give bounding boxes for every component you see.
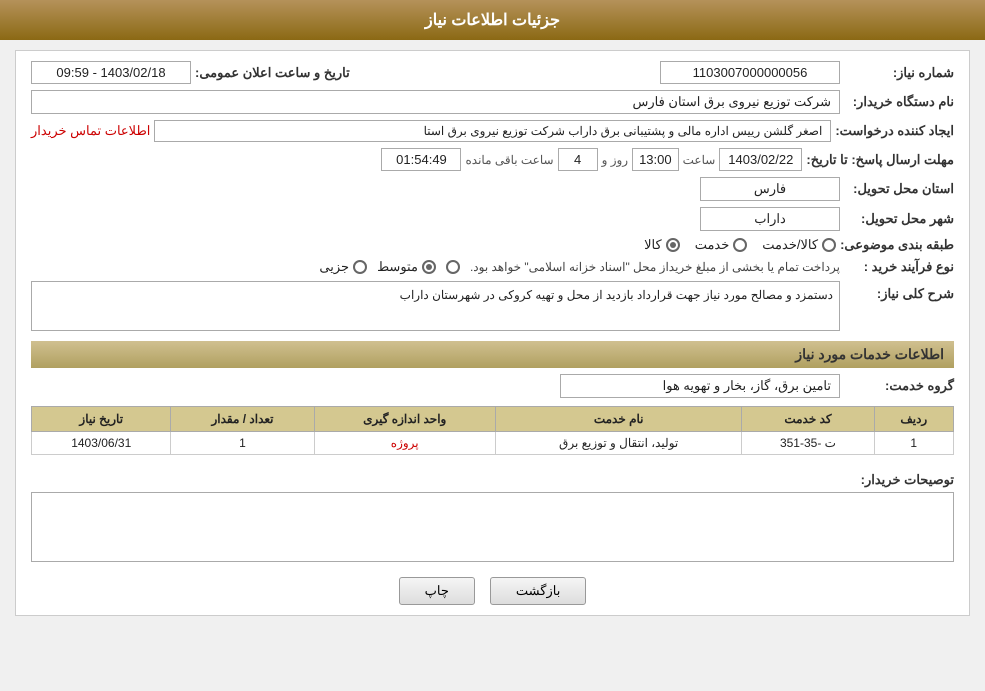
table-row: 1ت -35-351تولید، انتقال و توزیع برقپروژه…: [32, 432, 954, 455]
page-title: جزئیات اطلاعات نیاز: [425, 12, 560, 29]
contact-link[interactable]: اطلاعات تماس خریدار: [31, 123, 150, 139]
table-header-row: ردیف کد خدمت نام خدمت واحد اندازه گیری ت…: [32, 407, 954, 432]
purchase-type-options: پرداخت تمام یا بخشی از مبلغ خریداز محل "…: [319, 259, 840, 275]
remaining-time: 01:54:49: [381, 148, 461, 171]
need-number-row: شماره نیاز: 1103007000000056 تاریخ و ساع…: [31, 61, 954, 84]
col-row-num: ردیف: [874, 407, 953, 432]
col-code: کد خدمت: [742, 407, 874, 432]
category-option-kala[interactable]: کالا: [644, 237, 680, 253]
category-row: طبقه بندی موضوعی: کالا/خدمت خدمت کالا: [31, 237, 954, 253]
buyer-desc-textarea[interactable]: [31, 492, 954, 562]
creator-label: ایجاد کننده درخواست:: [835, 123, 954, 139]
category-label: طبقه بندی موضوعی:: [840, 237, 954, 253]
deadline-days-label: روز و: [602, 153, 629, 167]
services-section-title: اطلاعات خدمات مورد نیاز: [31, 341, 954, 368]
main-content: شماره نیاز: 1103007000000056 تاریخ و ساع…: [15, 50, 970, 616]
need-number-value: 1103007000000056: [660, 61, 840, 84]
radio-esnad: [446, 260, 460, 274]
buyer-org-label: نام دستگاه خریدار:: [844, 94, 954, 110]
purchase-option-motevaset[interactable]: متوسط: [377, 259, 436, 275]
buttons-row: بازگشت چاپ: [31, 577, 954, 605]
radio-kala-khedmat: [822, 238, 836, 252]
back-button[interactable]: بازگشت: [490, 577, 586, 605]
buyer-org-value: شرکت توزیع نیروی برق استان فارس: [31, 90, 840, 114]
need-number-label: شماره نیاز:: [844, 65, 954, 81]
radio-motevaset: [422, 260, 436, 274]
deadline-days: 4: [558, 148, 598, 171]
deadline-time-label: ساعت: [683, 153, 716, 167]
remaining-label: ساعت باقی مانده: [465, 153, 553, 167]
city-value: داراب: [700, 207, 840, 231]
purchase-option-jozi[interactable]: جزیی: [319, 259, 367, 275]
buyer-desc-label: توصیحات خریدار:: [844, 472, 954, 488]
purchase-option-esnad[interactable]: [446, 260, 460, 274]
province-value: فارس: [700, 177, 840, 201]
services-table: ردیف کد خدمت نام خدمت واحد اندازه گیری ت…: [31, 406, 954, 455]
deadline-time: 13:00: [632, 148, 679, 171]
announce-datetime-label: تاریخ و ساعت اعلان عمومی:: [195, 65, 350, 81]
announce-datetime-value: 1403/02/18 - 09:59: [31, 61, 191, 84]
col-quantity: تعداد / مقدار: [171, 407, 314, 432]
radio-kala: [666, 238, 680, 252]
category-option-khedmat[interactable]: خدمت: [695, 237, 748, 253]
city-row: شهر محل تحویل: داراب: [31, 207, 954, 231]
purchase-type-label: نوع فرآیند خرید :: [844, 259, 954, 275]
category-option-kala-khedmat[interactable]: کالا/خدمت: [762, 237, 836, 253]
service-group-row: گروه خدمت: تامین برق، گاز، بخار و تهویه …: [31, 374, 954, 398]
description-label: شرح کلی نیاز:: [844, 286, 954, 302]
page-header: جزئیات اطلاعات نیاز: [0, 0, 985, 40]
description-row: شرح کلی نیاز: دستمزد و مصالح مورد نیاز ج…: [31, 281, 954, 331]
deadline-date: 1403/02/22: [719, 148, 802, 171]
col-unit: واحد اندازه گیری: [314, 407, 495, 432]
category-options: کالا/خدمت خدمت کالا: [644, 237, 836, 253]
deadline-label: مهلت ارسال پاسخ: تا تاریخ:: [806, 152, 954, 168]
province-row: استان محل تحویل: فارس: [31, 177, 954, 201]
purchase-type-row: نوع فرآیند خرید : پرداخت تمام یا بخشی از…: [31, 259, 954, 275]
buyer-org-row: نام دستگاه خریدار: شرکت توزیع نیروی برق …: [31, 90, 954, 114]
buyer-desc-row: توصیحات خریدار:: [31, 467, 954, 562]
creator-row: ایجاد کننده درخواست: اصغر گلشن رییس ادار…: [31, 120, 954, 142]
radio-jozi: [353, 260, 367, 274]
col-name: نام خدمت: [495, 407, 741, 432]
creator-value: اصغر گلشن رییس اداره مالی و پشتیبانی برق…: [154, 120, 831, 142]
deadline-row: مهلت ارسال پاسخ: تا تاریخ: 1403/02/22 سا…: [31, 148, 954, 171]
city-label: شهر محل تحویل:: [844, 211, 954, 227]
province-label: استان محل تحویل:: [844, 181, 954, 197]
service-group-label: گروه خدمت:: [844, 378, 954, 394]
print-button[interactable]: چاپ: [399, 577, 475, 605]
description-value: دستمزد و مصالح مورد نیاز جهت قرارداد باز…: [31, 281, 840, 331]
service-group-value: تامین برق، گاز، بخار و تهویه هوا: [560, 374, 840, 398]
col-date: تاریخ نیاز: [32, 407, 171, 432]
radio-khedmat: [733, 238, 747, 252]
